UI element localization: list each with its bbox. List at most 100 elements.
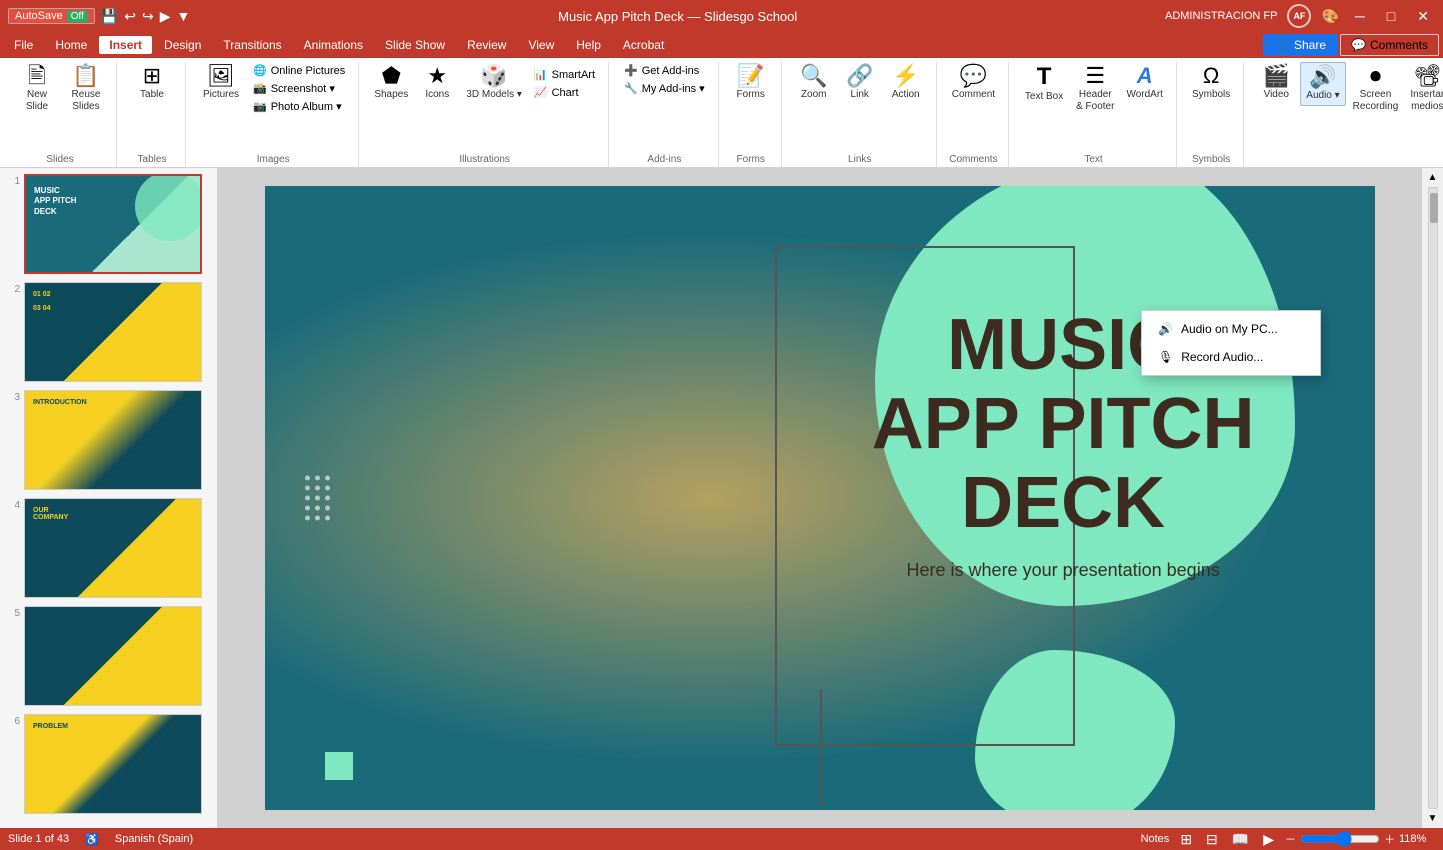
slide-thumbnail-5 — [24, 606, 202, 706]
slide-decorative-dots — [305, 476, 330, 521]
ribbon-group-media: 🎬 Video 🔊 Audio ▾ ⏺ ScreenRecording 📽 In… — [1246, 62, 1443, 167]
zoom-slider[interactable] — [1300, 831, 1380, 847]
slideshow-icon[interactable]: ▶ — [1260, 830, 1277, 849]
scroll-down-icon[interactable]: ▼ — [1428, 813, 1438, 824]
get-addins-button[interactable]: ➕ Get Add-ins — [619, 62, 710, 79]
slide-thumb-2[interactable]: 2 01 0203 04 — [4, 280, 213, 384]
scroll-up-icon[interactable]: ▲ — [1428, 172, 1438, 183]
forms-label: Forms — [737, 89, 765, 101]
vertical-scrollbar[interactable] — [1428, 187, 1438, 809]
autosave-badge[interactable]: AutoSave Off — [8, 8, 95, 24]
minimize-btn[interactable]: ─ — [1349, 6, 1371, 26]
menu-review[interactable]: Review — [457, 36, 516, 54]
accessibility-icon[interactable]: ♿ — [85, 833, 99, 846]
slide-sorter-icon[interactable]: ⊟ — [1203, 830, 1221, 849]
audio-button[interactable]: 🔊 Audio ▾ — [1300, 62, 1345, 106]
reuse-slides-label: ReuseSlides — [72, 89, 101, 113]
screen-recording-button[interactable]: ⏺ ScreenRecording — [1348, 62, 1404, 116]
photo-album-label: Photo Album ▾ — [271, 100, 342, 113]
zoom-in-icon[interactable]: ＋ — [1384, 831, 1395, 847]
slide-thumb-5[interactable]: 5 — [4, 604, 213, 708]
chart-button[interactable]: 📈 Chart — [529, 84, 600, 101]
wordart-button[interactable]: A WordArt — [1121, 62, 1168, 104]
ribbon-group-symbols: Ω Symbols Symbols — [1179, 62, 1244, 167]
icons-button[interactable]: ★ Icons — [415, 62, 459, 104]
my-addins-button[interactable]: 🔧 My Add-ins ▾ — [619, 80, 710, 97]
reading-view-icon[interactable]: 📖 — [1229, 830, 1252, 849]
video-button[interactable]: 🎬 Video — [1254, 62, 1298, 104]
photo-album-button[interactable]: 📷 Photo Album ▾ — [248, 98, 350, 115]
new-slide-button[interactable]: 🖹 NewSlide — [12, 62, 62, 116]
table-icon: ⊞ — [143, 65, 161, 87]
insertar-medios-button[interactable]: 📽 Insertarmedios — [1405, 62, 1443, 116]
share-icon: 👤 — [1275, 38, 1290, 52]
online-pictures-button[interactable]: 🌐 Online Pictures — [248, 62, 350, 79]
symbols-button[interactable]: Ω Symbols — [1187, 62, 1235, 104]
autosave-state: Off — [67, 11, 88, 22]
smartart-button[interactable]: 📊 SmartArt — [529, 66, 600, 83]
slide-title-line3: DECK — [872, 464, 1255, 543]
video-icon: 🎬 — [1263, 65, 1290, 87]
redo-icon[interactable]: ↪ — [142, 8, 154, 25]
zoom-out-icon[interactable]: － — [1285, 831, 1296, 847]
menu-help[interactable]: Help — [566, 36, 611, 54]
maximize-btn[interactable]: □ — [1381, 6, 1401, 26]
slide-thumb-3[interactable]: 3 INTRODUCTION — [4, 388, 213, 492]
zoom-button[interactable]: 🔍 Zoom — [792, 62, 836, 104]
scroll-thumb[interactable] — [1430, 193, 1438, 223]
shapes-label: Shapes — [374, 89, 408, 101]
slide-green-rect — [325, 752, 353, 780]
save-icon[interactable]: 💾 — [101, 8, 118, 25]
ribbon-group-addins: ➕ Get Add-ins 🔧 My Add-ins ▾ Add-ins — [611, 62, 719, 167]
normal-view-icon[interactable]: ⊞ — [1177, 830, 1195, 849]
menu-file[interactable]: File — [4, 36, 43, 54]
pictures-label: Pictures — [203, 89, 239, 101]
slide-thumbnail-2: 01 0203 04 — [24, 282, 202, 382]
3d-models-button[interactable]: 🎲 3D Models ▾ — [461, 62, 527, 104]
pictures-button[interactable]: 🖼 Pictures — [196, 62, 246, 104]
menu-insert[interactable]: Insert — [99, 36, 152, 54]
screenshot-button[interactable]: 📸 Screenshot ▾ — [248, 80, 350, 97]
zoom-control[interactable]: － ＋ 118% — [1285, 831, 1435, 847]
screenshot-label: Screenshot ▾ — [271, 82, 335, 95]
zoom-level[interactable]: 118% — [1399, 833, 1435, 845]
forms-button[interactable]: 📝 Forms — [729, 62, 773, 104]
notes-button[interactable]: Notes — [1141, 833, 1170, 845]
comment-button[interactable]: 💬 Comment — [947, 62, 1000, 104]
menu-slideshow[interactable]: Slide Show — [375, 36, 455, 54]
menu-view[interactable]: View — [518, 36, 564, 54]
media-group-label — [1254, 163, 1443, 167]
slide-thumb-6[interactable]: 6 PROBLEM — [4, 712, 213, 816]
share-button[interactable]: 👤 Share — [1263, 34, 1338, 56]
audio-on-pc-label: Audio on My PC... — [1181, 322, 1278, 336]
get-addins-label: Get Add-ins — [642, 65, 699, 77]
present-icon[interactable]: ▶ — [160, 8, 171, 25]
textbox-button[interactable]: T Text Box — [1019, 62, 1069, 106]
zoom-icon: 🔍 — [800, 65, 827, 87]
slide-thumb-4[interactable]: 4 OURCOMPANY — [4, 496, 213, 600]
shapes-button[interactable]: ⬟ Shapes — [369, 62, 413, 104]
record-audio-item[interactable]: 🎙 Record Audio... — [1142, 343, 1320, 371]
comments-button[interactable]: 💬 Comments — [1340, 34, 1439, 56]
user-initials: AF — [1293, 11, 1305, 21]
reuse-slides-button[interactable]: 📋 ReuseSlides — [64, 62, 108, 116]
undo-icon[interactable]: ↩ — [124, 8, 136, 25]
smartart-label: SmartArt — [552, 69, 595, 81]
menu-transitions[interactable]: Transitions — [213, 36, 291, 54]
slide-thumb-1[interactable]: 1 MUSICAPP PITCHDECK — [4, 172, 213, 276]
menu-acrobat[interactable]: Acrobat — [613, 36, 674, 54]
slide-num-4: 4 — [6, 498, 20, 511]
menu-home[interactable]: Home — [45, 36, 97, 54]
customize-icon[interactable]: ▼ — [177, 8, 191, 24]
link-label: Link — [851, 89, 869, 101]
customize-ribbon-icon[interactable]: 🎨 — [1321, 8, 1338, 25]
action-button[interactable]: ⚡ Action — [884, 62, 928, 104]
menu-design[interactable]: Design — [154, 36, 211, 54]
menu-animations[interactable]: Animations — [294, 36, 373, 54]
link-button[interactable]: 🔗 Link — [838, 62, 882, 104]
close-btn[interactable]: ✕ — [1411, 6, 1435, 27]
audio-on-pc-item[interactable]: 🔊 Audio on My PC... — [1142, 315, 1320, 343]
table-button[interactable]: ⊞ Table — [127, 62, 177, 104]
header-footer-button[interactable]: ☰ Header& Footer — [1071, 62, 1119, 116]
user-avatar[interactable]: AF — [1287, 4, 1311, 28]
